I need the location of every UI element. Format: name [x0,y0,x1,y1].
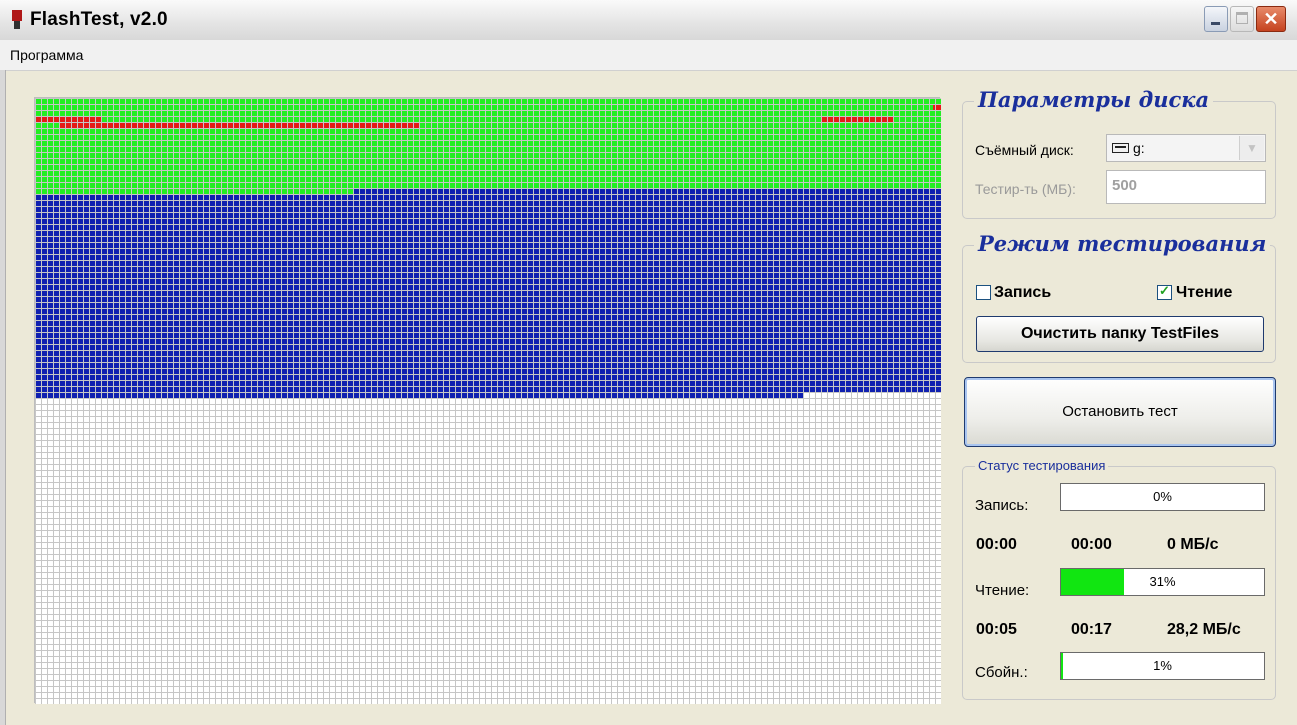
menu-item-program[interactable]: Программа [10,47,83,63]
drive-select[interactable]: g: ▼ [1106,134,1266,162]
write-elapsed: 00:00 [976,536,1017,553]
chevron-down-icon[interactable]: ▼ [1239,136,1264,160]
write-speed: 0 МБ/с [1167,536,1219,553]
window-title: FlashTest, v2.0 [30,9,168,30]
stop-test-button[interactable]: Остановить тест [964,377,1276,447]
maximize-button[interactable] [1230,6,1254,32]
close-icon: ✕ [1263,9,1279,29]
read-elapsed: 00:05 [976,621,1017,638]
write-checkbox[interactable] [976,285,991,300]
read-ok-blocks [35,98,941,188]
read-speed: 28,2 МБ/с [1167,621,1241,638]
errors-progress-text: 1% [1153,658,1172,673]
size-label: Тестир-ть (МБ): [975,181,1076,197]
write-status-label: Запись: [975,497,1029,514]
errors-progress-bar: 1% [1060,652,1265,680]
size-input[interactable]: 500 [1106,170,1266,204]
read-remaining: 00:17 [1071,621,1112,638]
disk-params-title: Параметры диска [974,87,1214,112]
read-progress-bar: 31% [1060,568,1265,596]
disk-block-map [34,97,941,704]
status-title: Статус тестирования [975,458,1109,473]
menu-bar: Программа [0,40,1297,71]
read-progress-text: 31% [1149,574,1176,589]
read-checkbox-label[interactable]: Чтение [1176,284,1232,302]
drive-label: Съёмный диск: [975,142,1074,158]
flash-drive-icon [12,10,22,30]
window-frame-left [0,70,6,725]
close-button[interactable]: ✕ [1256,6,1286,32]
write-remaining: 00:00 [1071,536,1112,553]
write-checkbox-label[interactable]: Запись [994,284,1051,302]
read-checkbox[interactable] [1157,283,1172,300]
clear-testfiles-button[interactable]: Очистить папку TestFiles [976,316,1264,352]
read-status-label: Чтение: [975,582,1030,599]
write-progress-text: 0% [1153,489,1172,504]
test-mode-title: Режим тестирования [974,231,1271,256]
drive-icon [1112,143,1129,153]
drive-select-value: g: [1133,140,1145,156]
errors-status-label: Сбойн.: [975,664,1028,681]
block-map-canvas [35,98,941,704]
title-bar[interactable]: FlashTest, v2.0 ✕ [0,0,1297,41]
minimize-button[interactable] [1204,6,1228,32]
write-progress-bar: 0% [1060,483,1265,511]
